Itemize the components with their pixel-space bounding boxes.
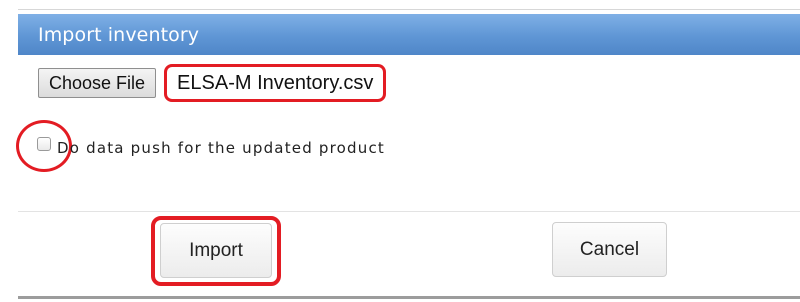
import-inventory-dialog: Import inventory Choose File ELSA-M Inve… bbox=[0, 0, 800, 302]
dialog-title-bar: Import inventory bbox=[18, 14, 800, 55]
import-button-highlight bbox=[151, 216, 281, 286]
file-input-row: Choose File ELSA-M Inventory.csv bbox=[38, 64, 387, 102]
choose-file-button[interactable]: Choose File bbox=[38, 68, 157, 98]
bottom-divider bbox=[18, 296, 800, 299]
selected-file-name-highlight: ELSA-M Inventory.csv bbox=[164, 64, 387, 102]
selected-file-name: ELSA-M Inventory.csv bbox=[177, 71, 374, 94]
data-push-checkbox-label: Do data push for the updated product bbox=[57, 139, 385, 157]
footer-divider bbox=[18, 211, 800, 212]
dialog-title: Import inventory bbox=[38, 23, 200, 46]
top-divider bbox=[18, 9, 800, 10]
cancel-button[interactable]: Cancel bbox=[552, 222, 667, 277]
